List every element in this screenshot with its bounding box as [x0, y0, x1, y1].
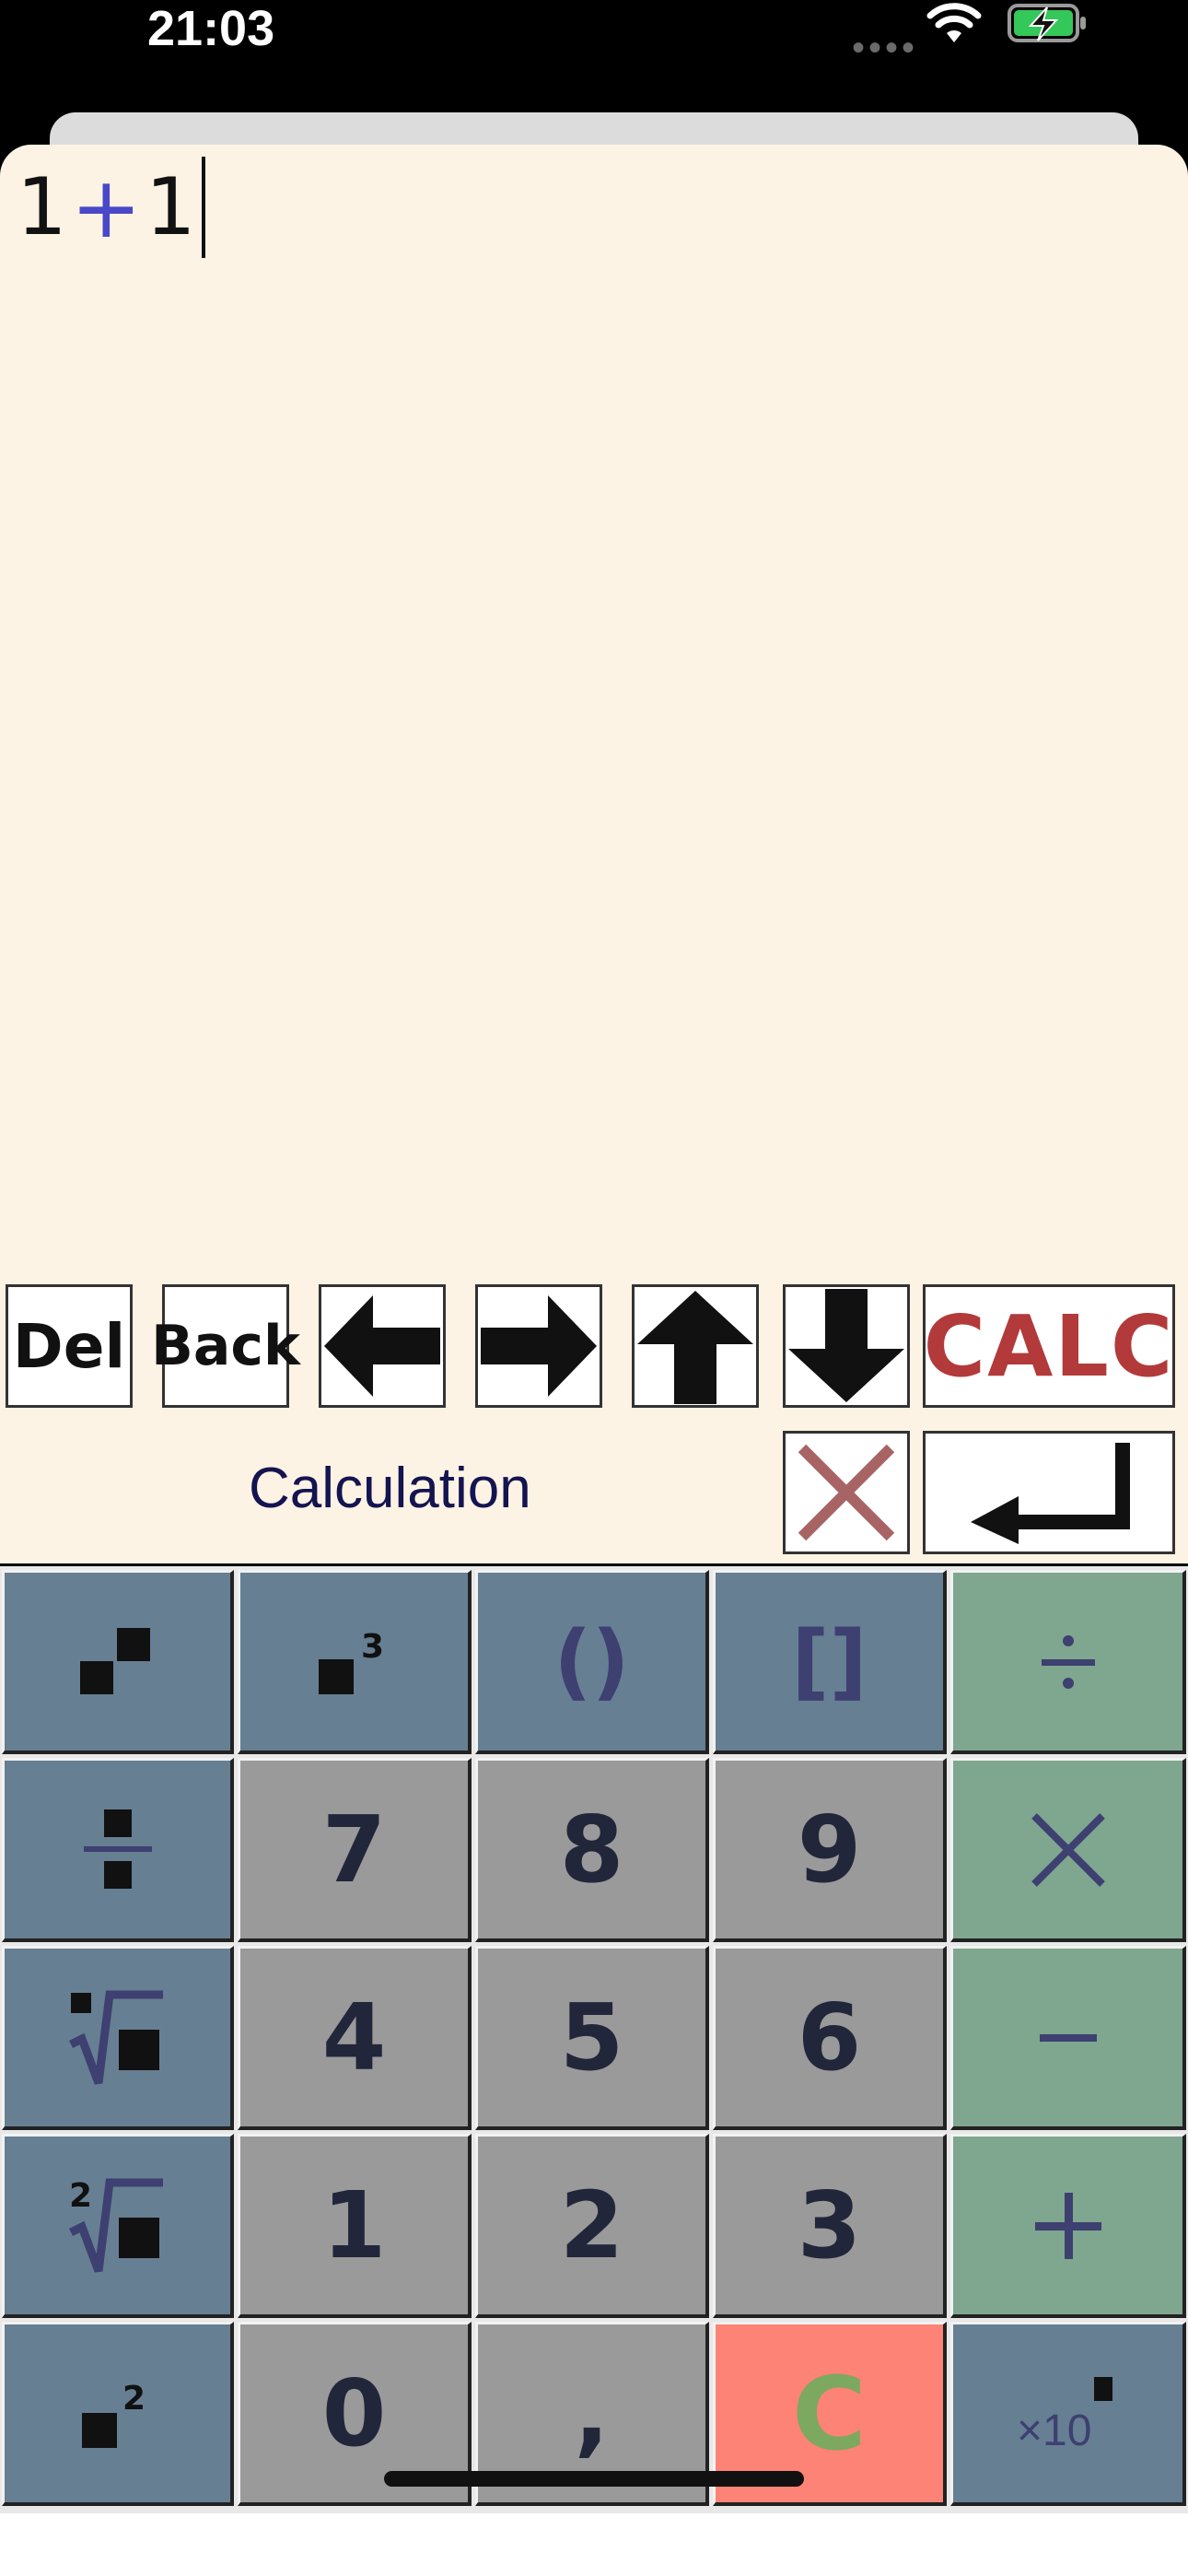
comma-label: ,	[574, 2359, 610, 2467]
cursor-right-button[interactable]	[475, 1284, 602, 1408]
digit-label: 2	[559, 2172, 624, 2279]
arrow-left-icon	[324, 1295, 440, 1397]
key-4[interactable]: 4	[238, 1946, 472, 2130]
power-exponent: 2	[122, 2380, 146, 2418]
digit-label: 5	[559, 1984, 624, 2091]
enter-button[interactable]	[923, 1431, 1175, 1554]
key-brackets[interactable]: []	[713, 1570, 947, 1754]
key-2[interactable]: 2	[475, 2134, 709, 2318]
arrow-up-icon	[637, 1290, 753, 1404]
status-time: 21:03	[147, 1, 275, 56]
key-divide[interactable]	[950, 1570, 1186, 1754]
cube-icon: 3	[318, 1628, 384, 1694]
text-cursor	[201, 157, 205, 258]
home-indicator[interactable]	[384, 2471, 804, 2487]
key-5[interactable]: 5	[475, 1946, 709, 2130]
divide-icon	[1041, 1634, 1095, 1689]
root-index: 2	[69, 2177, 92, 2215]
key-8[interactable]: 8	[475, 1758, 709, 1942]
expression-right-operand: 1	[145, 161, 196, 253]
brackets-label: []	[791, 1613, 868, 1710]
mode-label: Calculation	[249, 1457, 531, 1520]
key-square-root[interactable]: 2	[2, 2134, 234, 2318]
x10-label: ×10	[1017, 2406, 1091, 2455]
digit-label: 1	[321, 2172, 387, 2279]
wifi-icon	[926, 3, 982, 42]
square-icon	[79, 1627, 150, 1694]
key-times-ten-power[interactable]: ×10	[950, 2322, 1186, 2506]
key-square[interactable]	[2, 1570, 234, 1754]
close-x-icon	[798, 1444, 895, 1541]
fraction-icon	[83, 1809, 152, 1889]
times-ten-power-icon: ×10	[1017, 2376, 1112, 2455]
keypad: 3 () [] 7 8 9 4 5 6 2 1 2 3 2 0 , C ×10	[0, 1566, 1188, 2515]
key-cube[interactable]: 3	[238, 1570, 472, 1754]
del-button[interactable]: Del	[6, 1284, 133, 1408]
power-2-icon: 2	[81, 2380, 146, 2448]
del-label: Del	[12, 1310, 126, 1382]
key-plus[interactable]	[950, 2134, 1186, 2318]
key-7[interactable]: 7	[238, 1758, 472, 1942]
cursor-up-button[interactable]	[632, 1284, 759, 1408]
expression-display[interactable]: 1 + 1	[17, 157, 205, 258]
clear-label: C	[792, 2354, 867, 2473]
square-root-icon: 2	[68, 2177, 163, 2273]
parentheses-label: ()	[553, 1613, 630, 1710]
minus-icon	[1039, 2033, 1097, 2042]
digit-label: 9	[797, 1796, 862, 1903]
key-fraction[interactable]	[2, 1758, 234, 1942]
digit-label: 8	[559, 1796, 624, 1903]
key-power-2[interactable]: 2	[2, 2322, 234, 2506]
expression-left-operand: 1	[17, 161, 67, 253]
multiply-icon	[1031, 1812, 1105, 1887]
nth-root-icon	[68, 1990, 163, 2085]
digit-label: 3	[797, 2172, 862, 2279]
plus-icon	[1034, 2192, 1101, 2259]
expression-operator: +	[70, 158, 142, 257]
status-bar: 21:03 ••••	[0, 0, 1188, 111]
back-label: Back	[151, 1314, 300, 1378]
digit-label: 6	[797, 1984, 862, 2091]
key-multiply[interactable]	[950, 1758, 1186, 1942]
key-9[interactable]: 9	[713, 1758, 947, 1942]
cursor-left-button[interactable]	[319, 1284, 446, 1408]
bottom-safe-area	[0, 2513, 1188, 2576]
battery-charging-icon	[1007, 4, 1086, 42]
key-nth-root[interactable]	[2, 1946, 234, 2130]
calc-button[interactable]: CALC	[923, 1284, 1175, 1408]
key-minus[interactable]	[950, 1946, 1186, 2130]
key-parentheses[interactable]: ()	[475, 1570, 709, 1754]
clear-x-button[interactable]	[783, 1431, 910, 1554]
enter-return-icon	[971, 1443, 1130, 1544]
key-3[interactable]: 3	[713, 2134, 947, 2318]
cube-exponent: 3	[361, 1628, 384, 1666]
key-1[interactable]: 1	[238, 2134, 472, 2318]
cellular-dots-icon: ••••	[852, 28, 919, 68]
digit-label: 7	[321, 1796, 387, 1903]
arrow-down-icon	[788, 1288, 904, 1402]
arrow-right-icon	[481, 1295, 597, 1397]
cursor-down-button[interactable]	[783, 1284, 910, 1408]
digit-label: 0	[321, 2359, 387, 2467]
back-button[interactable]: Back	[151, 1284, 300, 1408]
key-6[interactable]: 6	[713, 1946, 947, 2130]
digit-label: 4	[321, 1984, 387, 2091]
calc-label: CALC	[923, 1296, 1175, 1396]
